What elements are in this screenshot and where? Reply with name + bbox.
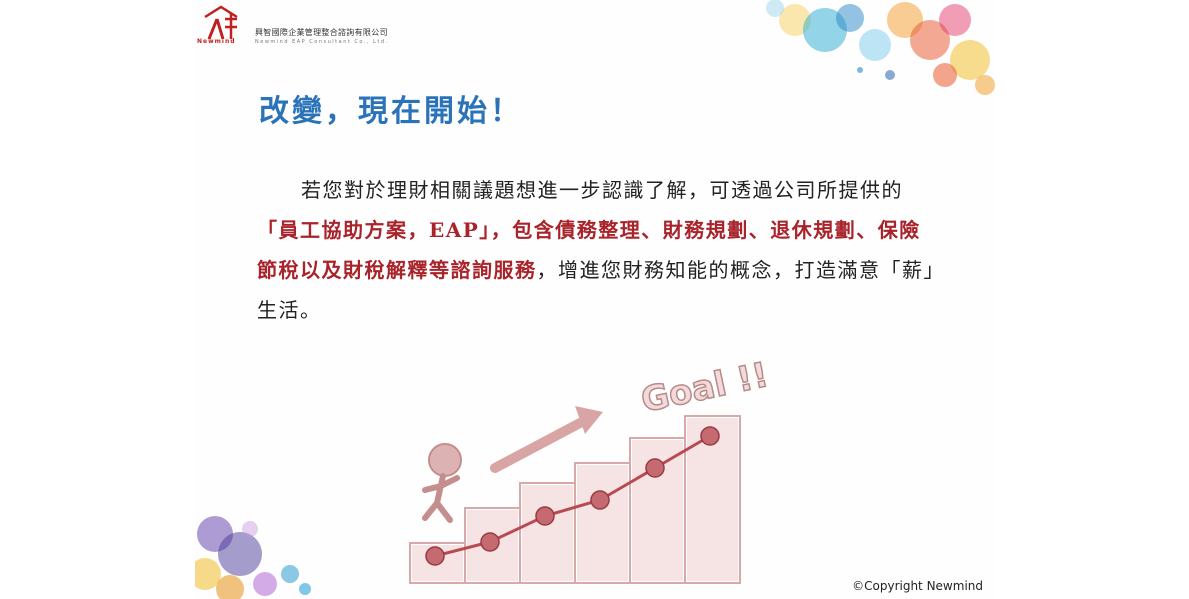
goal-staircase-illustration: Goal !! [409,354,773,584]
body-text-intro: 若您對於理財相關議題想進一步認識了解，可透過公司所提供的 [301,178,903,202]
goal-label: Goal !! [638,355,772,421]
company-name-en: Newmind EAP Consultant Co., Ltd. [255,39,389,45]
watercolor-splash-bottom-left [195,516,311,599]
company-name-zh: 興智國際企業管理整合諮詢有限公司 [255,28,388,37]
page-title: 改變，現在開始！ [259,94,523,129]
copyright-notice: ©Copyright Newmind [852,579,983,593]
slide: Newmind 興智國際企業管理整合諮詢有限公司 Newmind EAP Con… [195,0,995,599]
watercolor-splash-top-right [766,0,995,95]
logo-wordmark: Newmind [197,38,236,45]
body-paragraph: 若您對於理財相關議題想進一步認識了解，可透過公司所提供的「員工協助方案，EAP」… [257,170,937,330]
